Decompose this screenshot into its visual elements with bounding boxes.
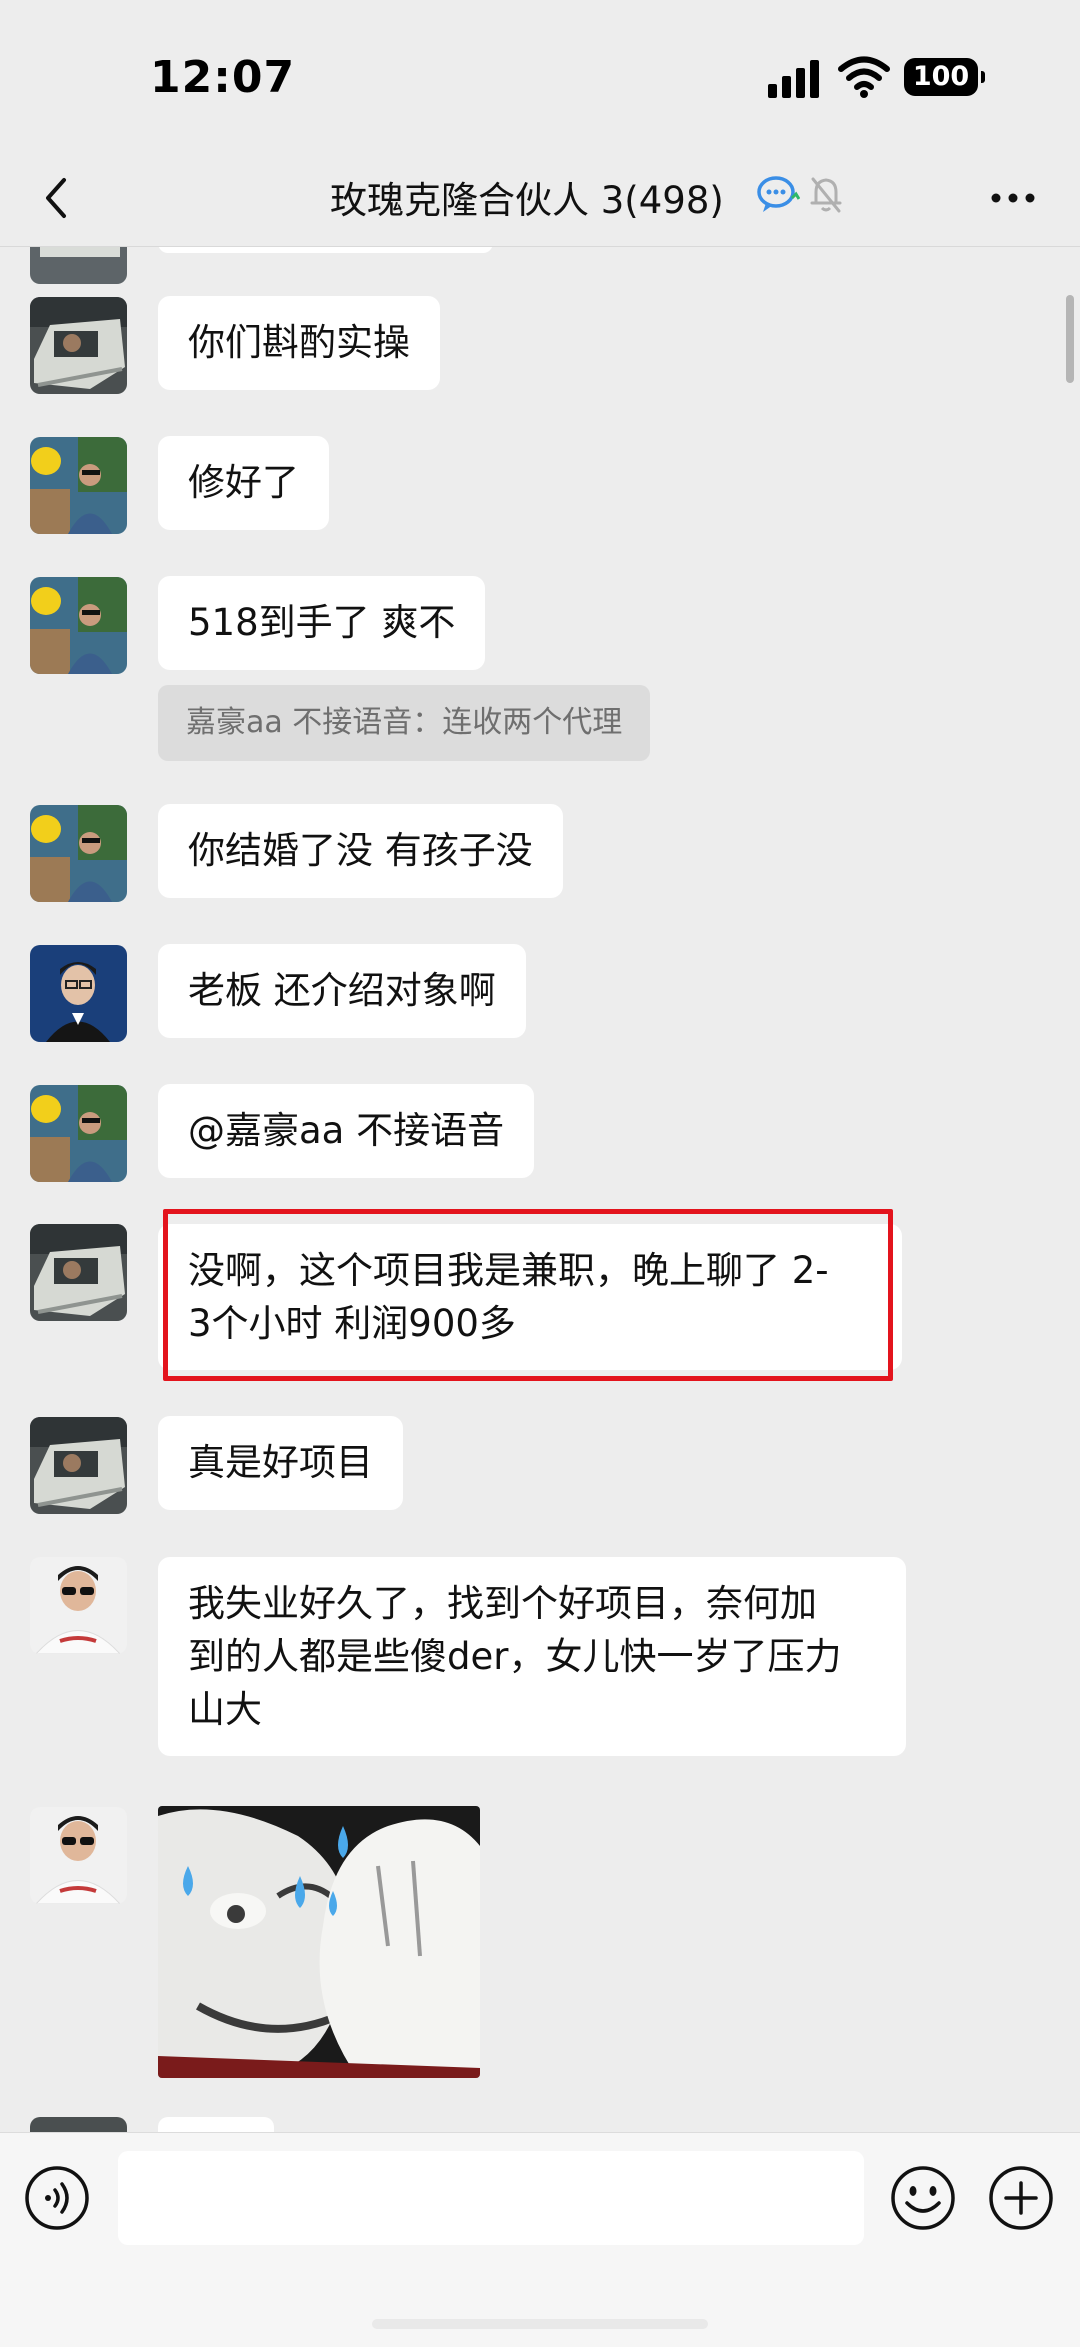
battery-indicator: 100 <box>904 58 985 96</box>
chat-message-list[interactable]: 你们斟酌实操 修好了 518到手了 爽不 嘉豪aa 不接语音：连收两个代理 你结… <box>0 247 1080 2132</box>
voice-icon[interactable] <box>24 2165 90 2231</box>
sweating-meme-sticker[interactable] <box>158 1806 480 2078</box>
avatar[interactable] <box>30 297 127 394</box>
avatar[interactable] <box>30 945 127 1042</box>
mute-bell-icon <box>810 177 842 213</box>
message-input[interactable] <box>118 2151 864 2245</box>
avatar[interactable] <box>30 1557 127 1654</box>
avatar[interactable] <box>30 2117 127 2132</box>
input-bar <box>0 2132 1080 2347</box>
status-bar: 12:07 100 <box>0 0 1080 150</box>
wifi-icon <box>838 56 890 98</box>
avatar[interactable] <box>30 1417 127 1514</box>
message-bubble[interactable]: 我失业好久了，找到个好项目，奈何加 到的人都是些傻der，女儿快一岁了压力 山大 <box>158 1557 906 1756</box>
message-bubble[interactable]: 老板 还介绍对象啊 <box>158 944 526 1038</box>
message-line: 山大 <box>188 1688 262 1731</box>
group-chat-icon[interactable] <box>756 172 800 216</box>
emoji-icon[interactable] <box>890 2165 956 2231</box>
avatar[interactable] <box>30 805 127 902</box>
message-line: 到的人都是些傻der，女儿快一岁了压力 <box>188 1635 842 1678</box>
avatar[interactable] <box>30 1224 127 1321</box>
chat-title[interactable]: 玫瑰克隆合伙人 3(498) <box>330 170 724 224</box>
message-bubble[interactable]: 518到手了 爽不 <box>158 576 486 670</box>
avatar[interactable] <box>30 247 127 284</box>
message-line: 我失业好久了，找到个好项目，奈何加 <box>188 1582 817 1625</box>
message-bubble[interactable]: 你们斟酌实操 <box>158 296 440 390</box>
avatar[interactable] <box>30 1085 127 1182</box>
chat-header: 玫瑰克隆合伙人 3(498) <box>0 150 1080 247</box>
partial-message-bubble <box>158 2117 274 2132</box>
red-highlight-box <box>163 1209 893 1381</box>
message-bubble[interactable]: 你结婚了没 有孩子没 <box>158 804 563 898</box>
avatar[interactable] <box>30 437 127 534</box>
home-indicator[interactable] <box>372 2319 708 2329</box>
partial-message-bubble <box>158 247 493 253</box>
plus-icon[interactable] <box>988 2165 1054 2231</box>
system-quote-note[interactable]: 嘉豪aa 不接语音：连收两个代理 <box>158 685 651 761</box>
message-bubble[interactable]: 修好了 <box>158 436 329 530</box>
scrollbar[interactable] <box>1066 295 1074 383</box>
avatar[interactable] <box>30 577 127 674</box>
message-bubble[interactable]: 真是好项目 <box>158 1416 403 1510</box>
message-bubble[interactable]: @嘉豪aa 不接语音 <box>158 1084 535 1178</box>
more-dots-icon[interactable] <box>988 178 1038 218</box>
status-time: 12:07 <box>150 52 296 103</box>
back-chevron-icon[interactable] <box>30 168 90 228</box>
cellular-signal-icon <box>768 58 822 98</box>
avatar[interactable] <box>30 1807 127 1904</box>
